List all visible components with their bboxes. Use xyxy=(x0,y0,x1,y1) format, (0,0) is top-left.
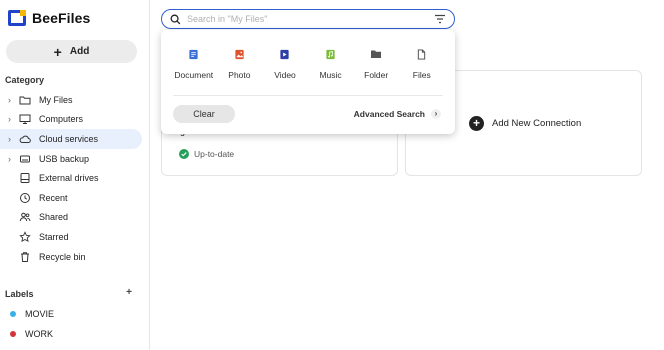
filter-music[interactable]: Music xyxy=(308,48,354,80)
sidebar-item-label: My Files xyxy=(39,94,73,105)
sidebar-item-external-drives[interactable]: External drives xyxy=(0,168,150,188)
clear-button[interactable]: Clear xyxy=(173,105,235,123)
sidebar-item-label: Starred xyxy=(39,231,69,242)
filter-label: Photo xyxy=(228,70,251,80)
sidebar-item-recycle-bin[interactable]: Recycle bin xyxy=(0,247,150,267)
hard-drive-icon xyxy=(19,172,31,184)
clock-icon xyxy=(19,192,31,204)
sidebar-item-label: Recent xyxy=(39,192,68,203)
add-button[interactable]: + Add xyxy=(6,40,137,63)
sidebar-item-label: Computers xyxy=(39,114,84,125)
label-color-dot xyxy=(10,331,16,337)
filter-label: Music xyxy=(319,70,342,80)
check-circle-icon xyxy=(179,149,189,159)
add-new-connection[interactable]: + Add New Connection xyxy=(469,116,581,131)
advanced-search-label: Advanced Search xyxy=(353,109,425,119)
chevron-right-icon[interactable]: › xyxy=(8,134,17,144)
label-name: MOVIE xyxy=(25,309,55,319)
usb-drive-icon xyxy=(19,153,31,165)
video-icon xyxy=(279,48,291,60)
music-icon xyxy=(325,48,337,60)
label-item-movie[interactable]: MOVIE xyxy=(10,309,54,319)
chevron-right-icon[interactable]: › xyxy=(8,114,17,124)
plus-circle-icon: + xyxy=(469,116,484,131)
chevron-right-icon[interactable]: › xyxy=(8,95,17,105)
label-item-work[interactable]: WORK xyxy=(10,329,53,339)
file-type-filters: Document Photo Video Music Folder Files xyxy=(171,48,445,80)
sync-status-text: Up-to-date xyxy=(194,149,235,159)
label-name: WORK xyxy=(25,329,53,339)
filter-label: Document xyxy=(174,70,214,80)
filter-photo[interactable]: Photo xyxy=(217,48,263,80)
sidebar: BeeFiles + Add Category › My Files › Com… xyxy=(0,0,150,350)
search-icon xyxy=(170,14,181,24)
filter-video[interactable]: Video xyxy=(262,48,308,80)
filter-label: Folder xyxy=(364,70,389,80)
cloud-icon xyxy=(19,133,31,145)
label-color-dot xyxy=(10,311,16,317)
users-icon xyxy=(19,211,31,223)
sidebar-item-my-files[interactable]: › My Files xyxy=(0,90,150,110)
sidebar-item-starred[interactable]: Starred xyxy=(0,227,150,247)
beefiles-logo-icon xyxy=(8,10,26,26)
filter-icon[interactable] xyxy=(434,14,446,24)
plus-icon: + xyxy=(53,43,62,60)
filter-label: Video xyxy=(274,70,296,80)
monitor-icon xyxy=(19,113,31,125)
category-title: Category xyxy=(5,75,45,85)
add-label-icon[interactable]: + xyxy=(124,288,134,298)
filter-document[interactable]: Document xyxy=(171,48,217,80)
sidebar-item-usb-backup[interactable]: › USB backup xyxy=(0,149,150,169)
star-icon xyxy=(19,231,31,243)
add-new-connection-label: Add New Connection xyxy=(492,118,582,129)
chevron-right-icon: › xyxy=(431,109,441,119)
app-logo[interactable]: BeeFiles xyxy=(8,10,90,26)
app-name: BeeFiles xyxy=(32,10,91,26)
photo-icon xyxy=(233,48,245,60)
category-nav: › My Files › Computers › Cloud services … xyxy=(0,90,150,266)
filter-files[interactable]: Files xyxy=(399,48,445,80)
file-icon xyxy=(416,48,428,60)
sidebar-item-label: USB backup xyxy=(39,153,90,164)
sidebar-item-cloud-services[interactable]: › Cloud services xyxy=(0,129,142,149)
document-icon xyxy=(188,48,200,60)
advanced-search-link[interactable]: Advanced Search › xyxy=(354,109,441,119)
sync-status: Up-to-date xyxy=(179,149,234,159)
chevron-right-icon[interactable]: › xyxy=(8,154,17,164)
filter-folder[interactable]: Folder xyxy=(353,48,399,80)
sidebar-item-label: Recycle bin xyxy=(39,251,86,262)
folder-icon xyxy=(370,48,382,60)
labels-title: Labels xyxy=(5,289,34,299)
search-dropdown: Document Photo Video Music Folder Files … xyxy=(161,30,455,134)
sidebar-item-recent[interactable]: Recent xyxy=(0,188,150,208)
search-input[interactable] xyxy=(187,14,434,24)
search-bar[interactable] xyxy=(161,9,455,29)
filter-label: Files xyxy=(412,70,431,80)
sidebar-item-computers[interactable]: › Computers xyxy=(0,110,150,130)
folder-icon xyxy=(19,94,31,106)
add-button-label: Add xyxy=(69,46,90,57)
sidebar-item-label: Cloud services xyxy=(39,133,99,144)
dropdown-divider xyxy=(173,95,443,96)
sidebar-item-shared[interactable]: Shared xyxy=(0,208,150,228)
sidebar-item-label: Shared xyxy=(39,212,69,223)
trash-icon xyxy=(19,251,31,263)
sidebar-item-label: External drives xyxy=(39,173,99,184)
